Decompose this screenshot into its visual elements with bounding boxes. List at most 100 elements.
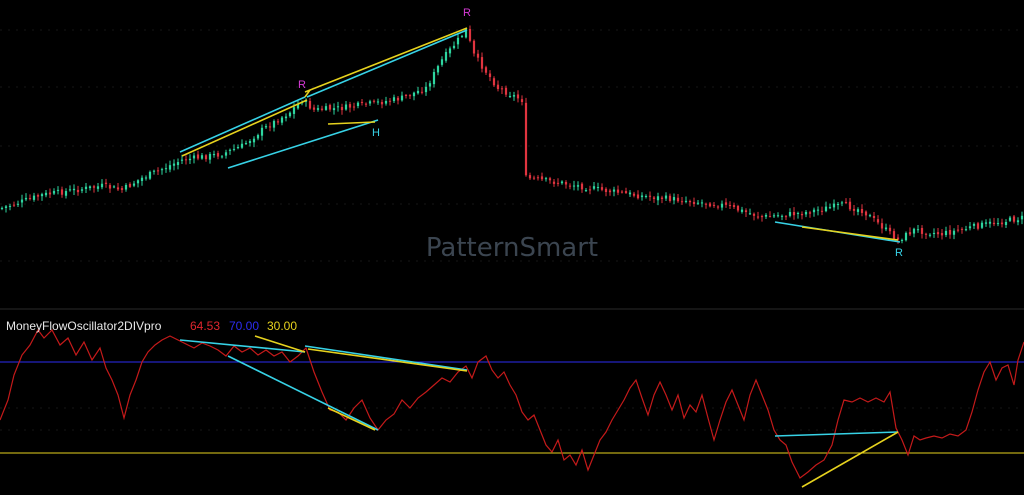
candle-body (96, 186, 100, 189)
candle-body (532, 177, 536, 179)
candle-body (752, 213, 756, 216)
candle-body (844, 201, 848, 204)
candle-body (804, 211, 808, 215)
candle-body (64, 191, 68, 196)
candle-body (976, 223, 980, 229)
candle-body (384, 100, 388, 104)
candle-body (604, 188, 608, 192)
candle-body (620, 191, 624, 193)
candle-body (712, 204, 716, 206)
candle-body (920, 228, 924, 234)
candle-body (416, 90, 420, 94)
candle-body (832, 203, 836, 208)
candle-body (100, 183, 104, 188)
candle-body (524, 102, 528, 176)
candle-body (740, 209, 744, 212)
candle-body (288, 112, 292, 117)
candle-body (904, 232, 908, 241)
candle-body (912, 228, 916, 234)
candle-body (656, 196, 660, 201)
candle-body (420, 91, 424, 93)
candle-body (476, 53, 480, 58)
candle-body (252, 138, 256, 143)
candle-body (40, 194, 44, 197)
candle-body (32, 195, 36, 200)
candle-body (588, 189, 592, 191)
candle-body (80, 189, 84, 191)
candle-body (768, 216, 772, 218)
candle-body (580, 183, 584, 190)
candle-body (116, 187, 120, 190)
candle-body (872, 215, 876, 219)
candle-body (112, 186, 116, 188)
candle-body (776, 215, 780, 217)
candle-body (260, 127, 264, 136)
candle-body (624, 191, 628, 193)
candle-body (988, 221, 992, 224)
candle-body (132, 183, 136, 186)
candle-body (264, 126, 268, 128)
candle-body (340, 107, 344, 111)
candle-body (648, 195, 652, 197)
candle-body (792, 212, 796, 216)
candle-body (412, 92, 416, 97)
candle-body (868, 215, 872, 217)
candle-body (52, 191, 56, 194)
candle-body (632, 193, 636, 196)
candle-body (440, 59, 444, 65)
candle-body (512, 95, 516, 97)
candle-body (576, 185, 580, 187)
candle-body (352, 106, 356, 108)
candle-body (468, 28, 472, 41)
candle-body (760, 216, 764, 218)
candle-body (772, 215, 776, 217)
candle-body (436, 66, 440, 73)
candle-body (496, 84, 500, 90)
candle-body (908, 232, 912, 235)
candle-body (236, 147, 240, 149)
candle-body (172, 163, 176, 166)
candle-body (996, 223, 1000, 225)
candle-body (404, 94, 408, 96)
candle-body (156, 170, 160, 172)
candle-body (556, 182, 560, 184)
candle-body (484, 67, 488, 73)
candle-body (876, 219, 880, 223)
candle-body (1004, 221, 1008, 225)
candle-body (20, 199, 24, 203)
candle-body (492, 78, 496, 86)
candle-body (248, 140, 252, 143)
candle-body (864, 211, 868, 216)
candle-body (192, 155, 196, 159)
pattern-marker-r: R (463, 7, 471, 19)
candle-body (536, 177, 540, 179)
candle-body (668, 195, 672, 201)
candle-body (488, 73, 492, 78)
candle-body (600, 187, 604, 190)
candle-body (1020, 215, 1024, 220)
candle-body (92, 186, 96, 188)
candle-body (180, 159, 184, 161)
candle-body (836, 203, 840, 206)
candle-body (952, 230, 956, 235)
candle-body (364, 103, 368, 105)
candle-body (572, 185, 576, 187)
candle-body (1000, 222, 1004, 225)
candle-body (308, 100, 312, 109)
indicator-lower-level: 30.00 (267, 319, 297, 333)
candle-body (160, 169, 164, 171)
candle-body (84, 186, 88, 190)
candle-body (948, 230, 952, 235)
candle-body (428, 83, 432, 87)
candle-body (104, 182, 108, 184)
candle-body (88, 186, 92, 189)
candle-body (312, 107, 316, 110)
candle-body (212, 154, 216, 156)
candle-body (608, 190, 612, 193)
candle-body (964, 229, 968, 231)
candle-body (672, 197, 676, 201)
candle-body (944, 230, 948, 236)
candle-body (60, 189, 64, 195)
candle-body (176, 162, 180, 166)
watermark: PatternSmart (426, 233, 598, 263)
